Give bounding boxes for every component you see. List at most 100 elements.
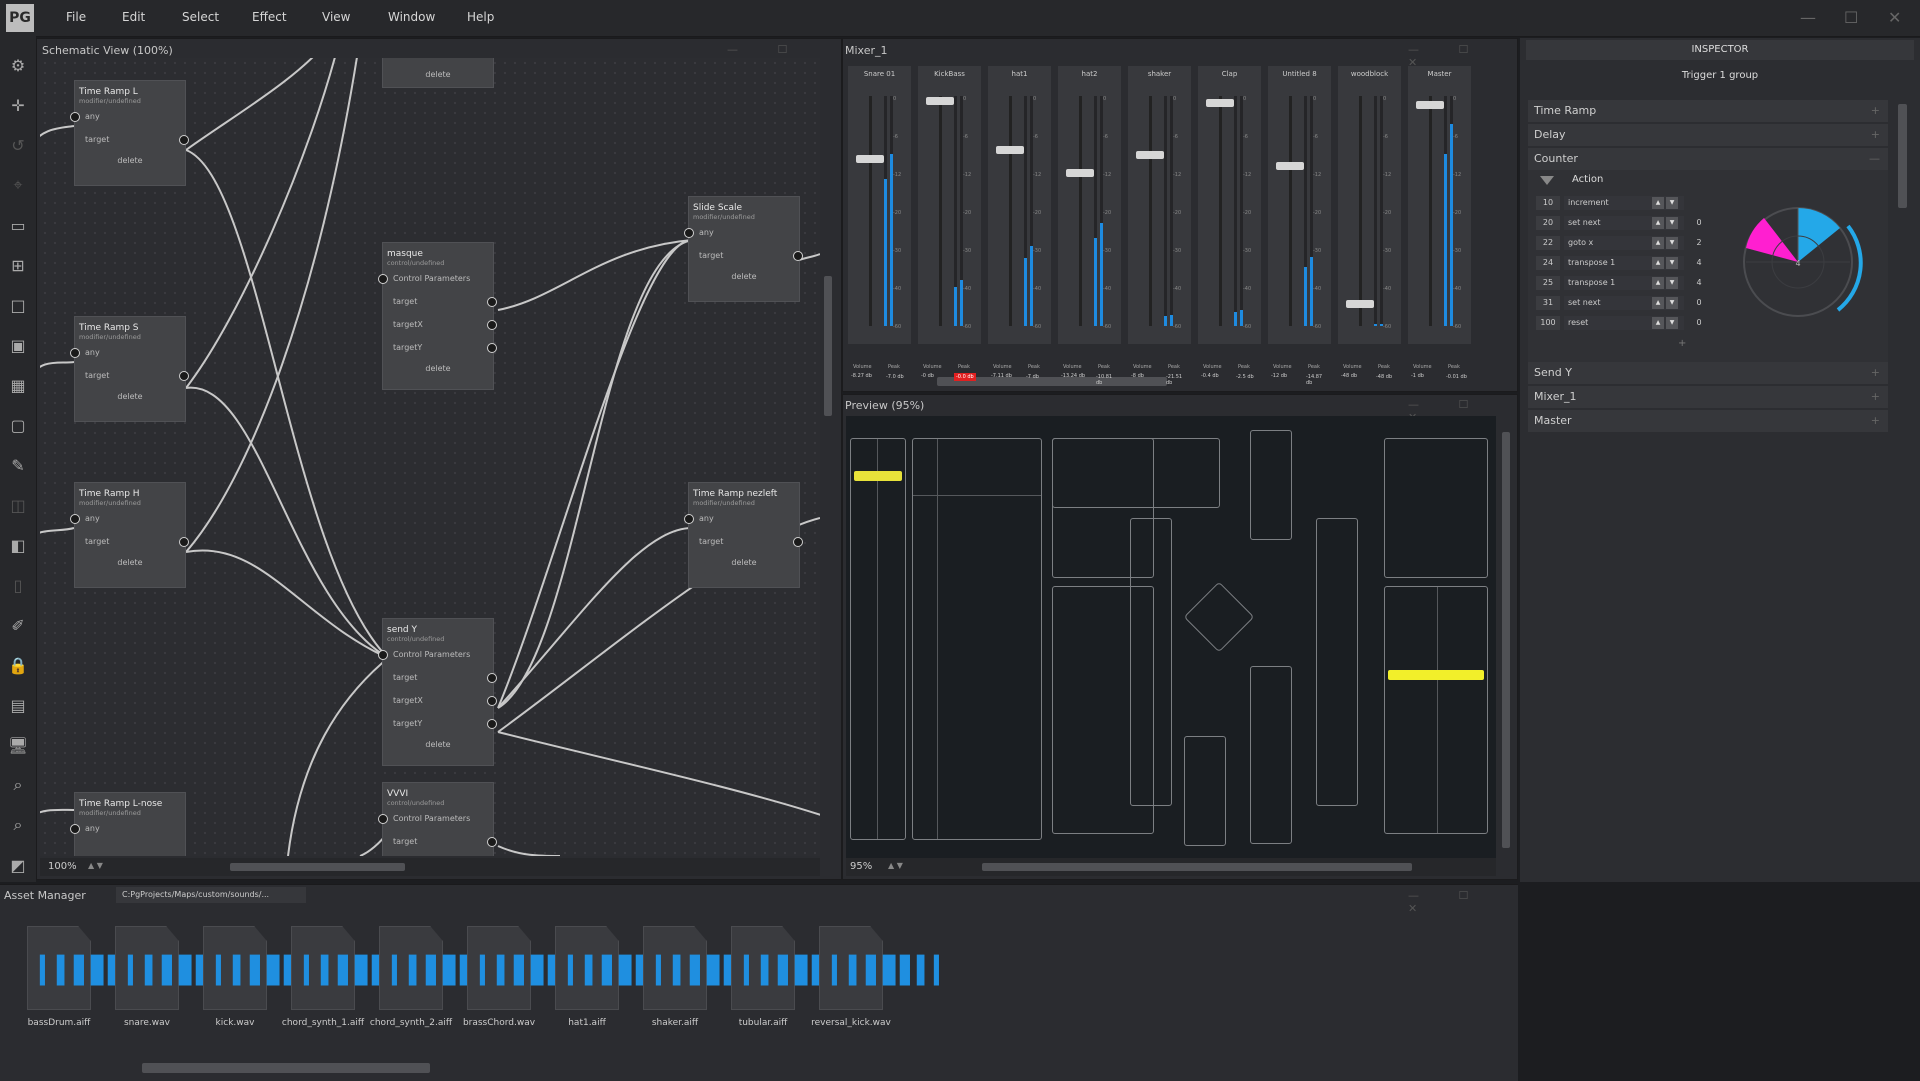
node-port-targety[interactable]: targetY: [383, 712, 497, 735]
asset-item[interactable]: ▎▍▌▋▌▍▎ bassDrum.aiff: [26, 926, 162, 1028]
close-icon[interactable]: ✕: [1888, 8, 1901, 27]
zoom-stepper[interactable]: ▲ ▼: [888, 861, 903, 870]
preview-rect[interactable]: [1250, 666, 1292, 844]
node-port-target[interactable]: target: [383, 290, 497, 313]
action-row[interactable]: 25 transpose 1 ▲ ▼ 4: [1536, 276, 1726, 290]
port-input-icon[interactable]: [378, 274, 388, 284]
menu-effect[interactable]: Effect: [252, 10, 287, 24]
asset-item[interactable]: ▎▍▌▋▌▍▎ snare.wav: [114, 926, 250, 1028]
asset-item[interactable]: ▎▍▌▋▌▍▎ chord_synth_2.aiff: [370, 926, 514, 1028]
expand-icon[interactable]: +: [1871, 410, 1880, 432]
port-input-icon[interactable]: [378, 814, 388, 824]
fader-track[interactable]: [1149, 96, 1152, 326]
fader-track[interactable]: [939, 96, 942, 326]
action-row[interactable]: 22 goto x ▲ ▼ 2: [1536, 236, 1726, 250]
node-port-any[interactable]: any: [70, 507, 185, 530]
port-output-icon[interactable]: [487, 343, 497, 353]
port-input-icon[interactable]: [70, 112, 80, 122]
node-port-targety[interactable]: targetY: [383, 336, 497, 359]
node-port-target[interactable]: target: [689, 244, 803, 267]
node-delete[interactable]: delete: [689, 267, 799, 287]
node-time-ramp-h[interactable]: Time Ramp H modifier/undefined any targe…: [70, 482, 189, 588]
asset-path-field[interactable]: C:PgProjects/Maps/custom/sounds/...: [116, 887, 306, 903]
preview-rect[interactable]: [850, 438, 906, 840]
node-port-any[interactable]: any: [684, 221, 799, 244]
action-row[interactable]: 100 reset ▲ ▼ 0: [1536, 316, 1726, 330]
layers-alt-icon[interactable]: ◩: [7, 854, 29, 876]
menu-window[interactable]: Window: [388, 10, 435, 24]
node-port-control[interactable]: Control Parameters: [378, 807, 493, 830]
preview-rect[interactable]: [1130, 518, 1172, 806]
node-delete[interactable]: delete: [383, 359, 493, 379]
node-time-ramp-l-nose[interactable]: Time Ramp L-nose modifier/undefined any: [70, 792, 186, 856]
collapse-triangle-icon[interactable]: [1540, 176, 1554, 185]
monitor-icon[interactable]: 🖥: [7, 734, 29, 756]
zoom-stepper[interactable]: ▲ ▼: [88, 861, 103, 870]
port-output-icon[interactable]: [179, 537, 189, 547]
folder-icon[interactable]: ▭: [7, 214, 29, 236]
zoom-out-icon[interactable]: ⌕: [7, 814, 29, 836]
action-row[interactable]: 31 set next ▲ ▼ 0: [1536, 296, 1726, 310]
expand-icon[interactable]: +: [1871, 100, 1880, 122]
section-send-y[interactable]: Send Y +: [1528, 362, 1888, 384]
port-input-icon[interactable]: [70, 514, 80, 524]
schematic-h-scrollbar[interactable]: [230, 863, 405, 871]
preview-canvas[interactable]: [846, 416, 1496, 858]
crosshair-icon[interactable]: ✛: [7, 94, 29, 116]
node-slide-scale[interactable]: Slide Scale modifier/undefined any targe…: [684, 196, 803, 302]
square-icon[interactable]: □: [7, 294, 29, 316]
fader-handle[interactable]: [1346, 299, 1374, 308]
port-output-icon[interactable]: [487, 696, 497, 706]
port-input-icon[interactable]: [378, 650, 388, 660]
port-output-icon[interactable]: [487, 719, 497, 729]
grid-icon[interactable]: ▦: [7, 374, 29, 396]
node-port-control[interactable]: Control Parameters: [378, 267, 493, 290]
pen-icon[interactable]: ✐: [7, 614, 29, 636]
gear-icon[interactable]: ⚙: [7, 54, 29, 76]
lock-icon[interactable]: 🔒: [7, 654, 29, 676]
stack-icon[interactable]: ◧: [7, 534, 29, 556]
section-master[interactable]: Master +: [1528, 410, 1888, 432]
port-output-icon[interactable]: [179, 371, 189, 381]
section-time-ramp[interactable]: Time Ramp +: [1528, 100, 1888, 122]
fader-track[interactable]: [1289, 96, 1292, 326]
schematic-v-scrollbar[interactable]: [824, 276, 832, 416]
schematic-canvas[interactable]: delete Time Ramp L modifier/undefined an…: [40, 58, 820, 856]
preview-yellow-bar[interactable]: [854, 471, 902, 481]
node-port-target[interactable]: target: [383, 830, 497, 853]
fader-track[interactable]: [869, 96, 872, 326]
phone-icon[interactable]: ▯: [7, 574, 29, 596]
menu-edit[interactable]: Edit: [122, 10, 145, 24]
fader-track[interactable]: [1219, 96, 1222, 326]
counter-dial[interactable]: 4: [1722, 190, 1872, 330]
menu-view[interactable]: View: [322, 10, 350, 24]
node-delete[interactable]: delete: [75, 387, 185, 407]
node-port-target[interactable]: target: [75, 364, 189, 387]
inspector-v-scrollbar[interactable]: [1898, 104, 1907, 208]
fader-track[interactable]: [1009, 96, 1012, 326]
preview-rect[interactable]: [1316, 518, 1358, 806]
node-port-targetx[interactable]: targetX: [383, 313, 497, 336]
node-top-partial[interactable]: delete: [382, 58, 494, 88]
node-send-y[interactable]: send Y control/undefined Control Paramet…: [378, 618, 497, 766]
preview-yellow-bar[interactable]: [1388, 670, 1484, 680]
port-input-icon[interactable]: [70, 348, 80, 358]
asset-item[interactable]: ▎▍▌▋▌▍▎ brassChord.wav: [463, 926, 602, 1028]
edit-icon[interactable]: ✎: [7, 454, 29, 476]
port-output-icon[interactable]: [487, 837, 497, 847]
fader-track[interactable]: [1359, 96, 1362, 326]
preview-diamond[interactable]: [1183, 581, 1255, 653]
action-row[interactable]: 20 set next ▲ ▼ 0: [1536, 216, 1726, 230]
fader-handle[interactable]: [1206, 98, 1234, 107]
asset-item[interactable]: ▎▍▌▋▌▍▎ hat1.aiff: [554, 926, 690, 1028]
port-output-icon[interactable]: [793, 537, 803, 547]
assets-h-scrollbar[interactable]: [142, 1063, 430, 1073]
node-masque[interactable]: masque control/undefined Control Paramet…: [378, 242, 497, 390]
lock-box-icon[interactable]: ▤: [7, 694, 29, 716]
section-counter[interactable]: Counter —: [1528, 148, 1888, 170]
node-time-ramp-nezleft[interactable]: Time Ramp nezleft modifier/undefined any…: [684, 482, 803, 588]
preview-rect[interactable]: [1250, 430, 1292, 540]
collapse-icon[interactable]: —: [1869, 148, 1880, 170]
add-action-button[interactable]: +: [1678, 338, 1686, 349]
node-port-any[interactable]: any: [70, 341, 185, 364]
